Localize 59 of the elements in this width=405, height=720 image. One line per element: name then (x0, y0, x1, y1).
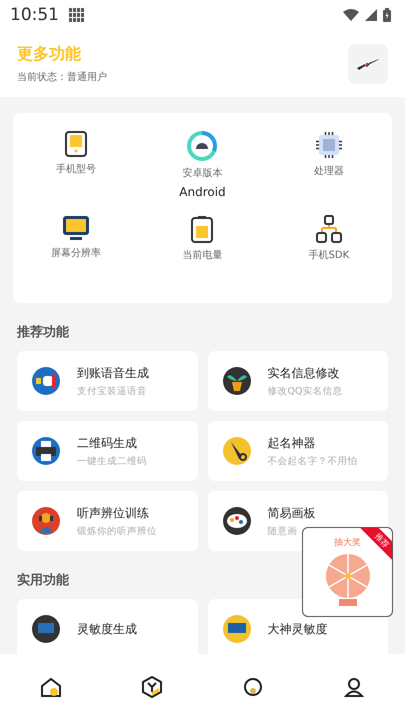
promo-title: 抽大奖 (334, 536, 361, 549)
feature-card[interactable]: 二维码生成 一键生成二维码 (17, 421, 198, 481)
battery-icon (383, 8, 391, 22)
feature-subtitle: 支付宝装逼语音 (77, 384, 147, 398)
feature-subtitle: 锻炼你的听声辨位 (77, 524, 157, 538)
feature-title: 二维码生成 (77, 434, 137, 452)
rifle-button[interactable] (348, 44, 388, 84)
chip-icon (314, 131, 343, 159)
feature-subtitle: 一键生成二维码 (77, 454, 147, 468)
feature-title: 起名神器 (268, 434, 316, 452)
feature-subtitle: 修改QQ实名信息 (268, 384, 342, 398)
feature-card[interactable]: 到账语音生成 支付宝装逼语音 (17, 351, 198, 411)
cube-icon (142, 676, 162, 698)
feature-subtitle: 不会起名字？不用怕 (268, 454, 358, 468)
home-icon (40, 677, 62, 697)
phone-icon (65, 131, 88, 157)
info-label: 当前电量 (182, 248, 222, 262)
signal-icon (365, 9, 377, 21)
feature-card[interactable]: 实名信息修改 修改QQ实名信息 (208, 351, 388, 411)
android-icon (187, 131, 218, 161)
monitor-icon (31, 614, 61, 644)
info-label: 手机SDK (308, 248, 350, 262)
plant-icon (222, 366, 252, 396)
feature-title: 大神灵敏度 (268, 620, 328, 638)
pen-icon (222, 436, 252, 466)
info-label: 安卓版本 (182, 166, 222, 180)
section-title: 实用功能 (17, 572, 69, 589)
palette-icon (222, 506, 252, 536)
notification-grid-icon (69, 8, 85, 22)
info-label: 手机型号 (56, 162, 96, 176)
user-icon (344, 677, 364, 697)
network-icon (314, 215, 343, 243)
folder-icon (222, 614, 252, 644)
info-label: 屏幕分辨率 (51, 246, 102, 260)
page-title: 更多功能 (17, 44, 81, 64)
feature-title: 灵敏度生成 (77, 620, 137, 638)
wifi-icon (343, 9, 359, 21)
printer-icon (31, 436, 61, 466)
feature-title: 到账语音生成 (77, 364, 149, 382)
feature-subtitle: 随意画 (268, 524, 298, 538)
feature-title: 听声辨位训练 (77, 504, 149, 522)
status-time: 10:51 (10, 5, 59, 25)
feature-card[interactable]: 起名神器 不会起名字？不用怕 (208, 421, 388, 481)
feature-title: 简易画板 (268, 504, 316, 522)
user-status: 当前状态：普通用户 (17, 70, 107, 84)
headphones-person-icon (31, 506, 61, 536)
megaphone-icon (31, 366, 61, 396)
feature-card[interactable]: 灵敏度生成 (17, 599, 198, 654)
section-title: 推荐功能 (17, 324, 69, 341)
lucky-draw-popup[interactable]: 抽大奖 推荐 (302, 527, 393, 617)
info-label: 处理器 (314, 164, 344, 178)
monitor-icon (62, 215, 90, 241)
feature-title: 实名信息修改 (268, 364, 340, 382)
rifle-icon (357, 58, 379, 70)
feature-card[interactable]: 听声辨位训练 锻炼你的听声辨位 (17, 491, 198, 551)
battery-level-icon (191, 215, 214, 243)
circle-icon (243, 677, 264, 697)
prize-wheel-icon (324, 553, 370, 607)
info-value: Android (179, 185, 226, 199)
